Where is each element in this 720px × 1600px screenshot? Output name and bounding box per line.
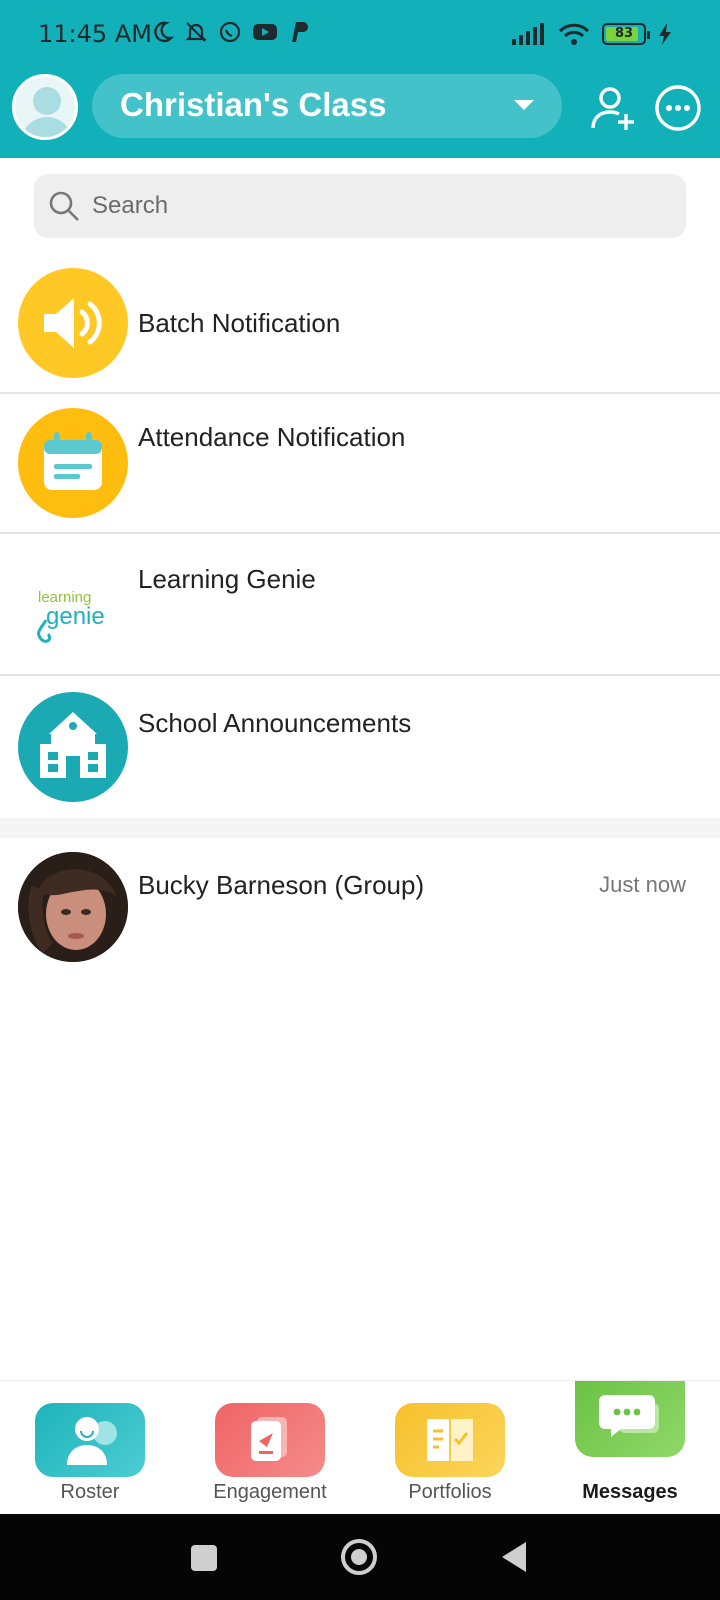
add-user-icon[interactable] <box>590 84 638 132</box>
battery-icon: 83 <box>602 23 650 45</box>
tab-label: Engagement <box>213 1481 327 1503</box>
class-title: Christian's Class <box>120 86 387 123</box>
wifi-icon <box>558 23 590 45</box>
search-bar[interactable] <box>34 174 686 238</box>
moon-icon <box>154 21 174 43</box>
search-input[interactable] <box>92 174 652 238</box>
more-icon[interactable] <box>654 84 702 132</box>
tab-roster[interactable]: Roster <box>0 1381 180 1515</box>
calendar-icon <box>18 408 128 518</box>
roster-icon <box>35 1403 145 1477</box>
status-icons-left <box>150 20 310 44</box>
recent-apps-icon[interactable] <box>190 1544 218 1572</box>
back-icon[interactable] <box>500 1540 528 1574</box>
search-icon <box>49 191 79 221</box>
list-item-label: Attendance Notification <box>138 422 406 452</box>
speaker-icon <box>18 268 128 378</box>
status-time: 11:45 AM <box>38 20 152 48</box>
school-icon <box>18 692 128 802</box>
portfolio-icon <box>395 1403 505 1477</box>
system-nav-bar <box>0 1514 720 1600</box>
avatar[interactable] <box>12 74 78 140</box>
bell-off-icon <box>185 22 207 42</box>
conversation-timestamp: Just now <box>599 872 686 897</box>
whatsapp-icon <box>219 21 241 43</box>
list-item-learning-genie[interactable]: learning genie Learning Genie <box>0 534 720 676</box>
list-item-batch-notification[interactable]: Batch Notification <box>0 258 720 394</box>
home-icon[interactable] <box>340 1538 378 1576</box>
header: Christian's Class <box>0 70 720 158</box>
status-bar: 11:45 AM 83 <box>0 0 720 70</box>
svg-text:genie: genie <box>46 603 105 630</box>
engagement-icon <box>215 1403 325 1477</box>
bottom-nav: Roster Engagement Portfolios Messages <box>0 1380 720 1514</box>
paypal-icon <box>292 22 308 42</box>
youtube-icon <box>253 24 277 40</box>
tab-label: Portfolios <box>408 1481 492 1503</box>
list-item-label: School Announcements <box>138 708 412 738</box>
chevron-down-icon <box>514 100 534 110</box>
battery-level: 83 <box>614 26 634 41</box>
child-photo-avatar <box>18 852 128 962</box>
list-item-school-announcements[interactable]: School Announcements <box>0 676 720 818</box>
tab-portfolios[interactable]: Portfolios <box>360 1381 540 1515</box>
screen: 11:45 AM 83 Christian's Class Search Bat… <box>0 0 720 1600</box>
messages-icon <box>575 1381 685 1457</box>
list-item-label: Learning Genie <box>138 564 316 594</box>
class-selector[interactable]: Christian's Class <box>92 74 562 138</box>
section-divider <box>0 818 720 838</box>
list-item-attendance-notification[interactable]: Attendance Notification <box>0 394 720 534</box>
tab-messages[interactable]: Messages <box>540 1381 720 1515</box>
signal-icon <box>512 23 544 45</box>
tab-label: Roster <box>60 1481 120 1503</box>
charging-icon <box>659 23 671 45</box>
list-item-label: Batch Notification <box>138 308 341 338</box>
conversation-title: Bucky Barneson (Group) <box>138 870 425 900</box>
tab-engagement[interactable]: Engagement <box>180 1381 360 1515</box>
tab-label: Messages <box>582 1481 678 1503</box>
status-icons-right: 83 <box>512 22 672 46</box>
conversation-item[interactable]: Bucky Barneson (Group) Just now <box>0 838 720 968</box>
learning-genie-logo: learning genie <box>18 550 128 660</box>
